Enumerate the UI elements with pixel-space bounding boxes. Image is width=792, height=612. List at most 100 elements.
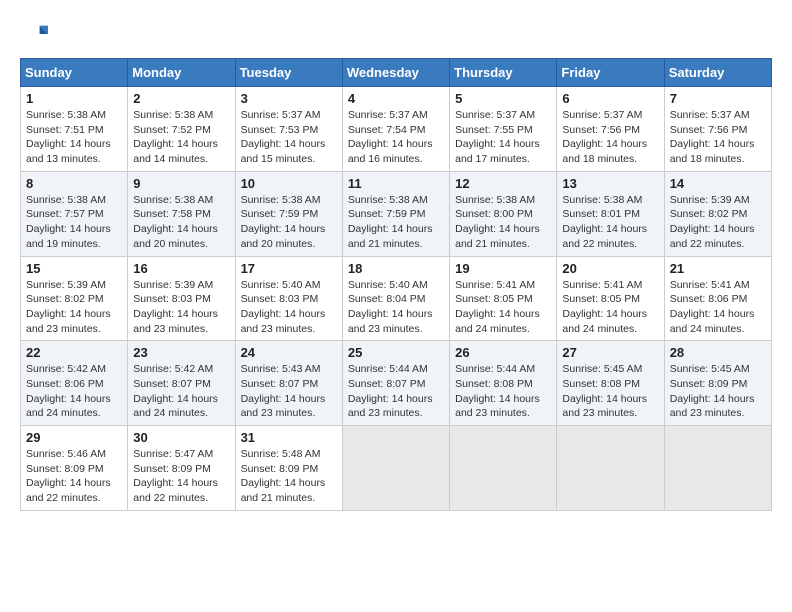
calendar-cell: 15 Sunrise: 5:39 AMSunset: 8:02 PMDaylig… xyxy=(21,256,128,341)
day-info: Sunrise: 5:38 AMSunset: 7:59 PMDaylight:… xyxy=(348,194,433,250)
day-number: 8 xyxy=(26,176,122,191)
calendar-cell: 22 Sunrise: 5:42 AMSunset: 8:06 PMDaylig… xyxy=(21,341,128,426)
day-info: Sunrise: 5:40 AMSunset: 8:03 PMDaylight:… xyxy=(241,279,326,335)
day-info: Sunrise: 5:42 AMSunset: 8:07 PMDaylight:… xyxy=(133,363,218,419)
day-info: Sunrise: 5:47 AMSunset: 8:09 PMDaylight:… xyxy=(133,448,218,504)
day-info: Sunrise: 5:39 AMSunset: 8:02 PMDaylight:… xyxy=(26,279,111,335)
day-info: Sunrise: 5:39 AMSunset: 8:02 PMDaylight:… xyxy=(670,194,755,250)
day-number: 31 xyxy=(241,430,337,445)
day-info: Sunrise: 5:37 AMSunset: 7:56 PMDaylight:… xyxy=(562,109,647,165)
day-number: 10 xyxy=(241,176,337,191)
calendar-cell: 7 Sunrise: 5:37 AMSunset: 7:56 PMDayligh… xyxy=(664,87,771,172)
calendar-cell xyxy=(450,426,557,511)
calendar-cell: 2 Sunrise: 5:38 AMSunset: 7:52 PMDayligh… xyxy=(128,87,235,172)
day-info: Sunrise: 5:45 AMSunset: 8:09 PMDaylight:… xyxy=(670,363,755,419)
day-info: Sunrise: 5:41 AMSunset: 8:05 PMDaylight:… xyxy=(562,279,647,335)
day-number: 7 xyxy=(670,91,766,106)
day-number: 13 xyxy=(562,176,658,191)
day-number: 23 xyxy=(133,345,229,360)
day-info: Sunrise: 5:40 AMSunset: 8:04 PMDaylight:… xyxy=(348,279,433,335)
calendar-cell: 26 Sunrise: 5:44 AMSunset: 8:08 PMDaylig… xyxy=(450,341,557,426)
day-info: Sunrise: 5:41 AMSunset: 8:06 PMDaylight:… xyxy=(670,279,755,335)
calendar-cell: 5 Sunrise: 5:37 AMSunset: 7:55 PMDayligh… xyxy=(450,87,557,172)
day-number: 28 xyxy=(670,345,766,360)
weekday-header: Thursday xyxy=(450,59,557,87)
day-number: 17 xyxy=(241,261,337,276)
calendar-cell: 30 Sunrise: 5:47 AMSunset: 8:09 PMDaylig… xyxy=(128,426,235,511)
calendar-cell: 29 Sunrise: 5:46 AMSunset: 8:09 PMDaylig… xyxy=(21,426,128,511)
day-info: Sunrise: 5:37 AMSunset: 7:54 PMDaylight:… xyxy=(348,109,433,165)
calendar-cell: 24 Sunrise: 5:43 AMSunset: 8:07 PMDaylig… xyxy=(235,341,342,426)
day-info: Sunrise: 5:38 AMSunset: 8:01 PMDaylight:… xyxy=(562,194,647,250)
day-number: 29 xyxy=(26,430,122,445)
day-info: Sunrise: 5:48 AMSunset: 8:09 PMDaylight:… xyxy=(241,448,326,504)
day-number: 25 xyxy=(348,345,444,360)
day-info: Sunrise: 5:37 AMSunset: 7:56 PMDaylight:… xyxy=(670,109,755,165)
day-number: 12 xyxy=(455,176,551,191)
day-info: Sunrise: 5:44 AMSunset: 8:07 PMDaylight:… xyxy=(348,363,433,419)
day-info: Sunrise: 5:44 AMSunset: 8:08 PMDaylight:… xyxy=(455,363,540,419)
day-number: 20 xyxy=(562,261,658,276)
day-number: 6 xyxy=(562,91,658,106)
day-number: 21 xyxy=(670,261,766,276)
weekday-header: Monday xyxy=(128,59,235,87)
calendar-cell: 27 Sunrise: 5:45 AMSunset: 8:08 PMDaylig… xyxy=(557,341,664,426)
day-number: 1 xyxy=(26,91,122,106)
day-number: 22 xyxy=(26,345,122,360)
day-number: 27 xyxy=(562,345,658,360)
weekday-header: Tuesday xyxy=(235,59,342,87)
day-number: 11 xyxy=(348,176,444,191)
day-number: 3 xyxy=(241,91,337,106)
header xyxy=(20,20,772,48)
calendar-cell: 1 Sunrise: 5:38 AMSunset: 7:51 PMDayligh… xyxy=(21,87,128,172)
day-number: 14 xyxy=(670,176,766,191)
calendar-cell: 17 Sunrise: 5:40 AMSunset: 8:03 PMDaylig… xyxy=(235,256,342,341)
day-info: Sunrise: 5:38 AMSunset: 7:51 PMDaylight:… xyxy=(26,109,111,165)
logo xyxy=(20,20,52,48)
calendar-cell xyxy=(342,426,449,511)
day-number: 4 xyxy=(348,91,444,106)
day-info: Sunrise: 5:39 AMSunset: 8:03 PMDaylight:… xyxy=(133,279,218,335)
weekday-header: Friday xyxy=(557,59,664,87)
calendar-cell: 18 Sunrise: 5:40 AMSunset: 8:04 PMDaylig… xyxy=(342,256,449,341)
day-info: Sunrise: 5:43 AMSunset: 8:07 PMDaylight:… xyxy=(241,363,326,419)
calendar-cell: 12 Sunrise: 5:38 AMSunset: 8:00 PMDaylig… xyxy=(450,171,557,256)
calendar-cell: 13 Sunrise: 5:38 AMSunset: 8:01 PMDaylig… xyxy=(557,171,664,256)
day-number: 9 xyxy=(133,176,229,191)
weekday-header: Sunday xyxy=(21,59,128,87)
day-info: Sunrise: 5:38 AMSunset: 7:52 PMDaylight:… xyxy=(133,109,218,165)
day-number: 24 xyxy=(241,345,337,360)
day-info: Sunrise: 5:41 AMSunset: 8:05 PMDaylight:… xyxy=(455,279,540,335)
calendar-cell: 6 Sunrise: 5:37 AMSunset: 7:56 PMDayligh… xyxy=(557,87,664,172)
calendar-cell: 14 Sunrise: 5:39 AMSunset: 8:02 PMDaylig… xyxy=(664,171,771,256)
day-info: Sunrise: 5:37 AMSunset: 7:53 PMDaylight:… xyxy=(241,109,326,165)
day-number: 5 xyxy=(455,91,551,106)
day-number: 26 xyxy=(455,345,551,360)
calendar-cell: 11 Sunrise: 5:38 AMSunset: 7:59 PMDaylig… xyxy=(342,171,449,256)
day-number: 15 xyxy=(26,261,122,276)
calendar-cell: 21 Sunrise: 5:41 AMSunset: 8:06 PMDaylig… xyxy=(664,256,771,341)
day-info: Sunrise: 5:38 AMSunset: 7:59 PMDaylight:… xyxy=(241,194,326,250)
weekday-header: Wednesday xyxy=(342,59,449,87)
day-info: Sunrise: 5:46 AMSunset: 8:09 PMDaylight:… xyxy=(26,448,111,504)
calendar-cell: 23 Sunrise: 5:42 AMSunset: 8:07 PMDaylig… xyxy=(128,341,235,426)
calendar-cell: 19 Sunrise: 5:41 AMSunset: 8:05 PMDaylig… xyxy=(450,256,557,341)
day-info: Sunrise: 5:38 AMSunset: 7:58 PMDaylight:… xyxy=(133,194,218,250)
day-info: Sunrise: 5:42 AMSunset: 8:06 PMDaylight:… xyxy=(26,363,111,419)
day-info: Sunrise: 5:37 AMSunset: 7:55 PMDaylight:… xyxy=(455,109,540,165)
day-info: Sunrise: 5:38 AMSunset: 8:00 PMDaylight:… xyxy=(455,194,540,250)
day-number: 30 xyxy=(133,430,229,445)
calendar-cell: 9 Sunrise: 5:38 AMSunset: 7:58 PMDayligh… xyxy=(128,171,235,256)
day-info: Sunrise: 5:38 AMSunset: 7:57 PMDaylight:… xyxy=(26,194,111,250)
calendar-cell: 3 Sunrise: 5:37 AMSunset: 7:53 PMDayligh… xyxy=(235,87,342,172)
day-number: 2 xyxy=(133,91,229,106)
day-number: 16 xyxy=(133,261,229,276)
day-number: 19 xyxy=(455,261,551,276)
calendar-cell xyxy=(557,426,664,511)
calendar-cell xyxy=(664,426,771,511)
calendar-cell: 4 Sunrise: 5:37 AMSunset: 7:54 PMDayligh… xyxy=(342,87,449,172)
calendar: SundayMondayTuesdayWednesdayThursdayFrid… xyxy=(20,58,772,511)
calendar-cell: 28 Sunrise: 5:45 AMSunset: 8:09 PMDaylig… xyxy=(664,341,771,426)
calendar-cell: 8 Sunrise: 5:38 AMSunset: 7:57 PMDayligh… xyxy=(21,171,128,256)
calendar-cell: 31 Sunrise: 5:48 AMSunset: 8:09 PMDaylig… xyxy=(235,426,342,511)
